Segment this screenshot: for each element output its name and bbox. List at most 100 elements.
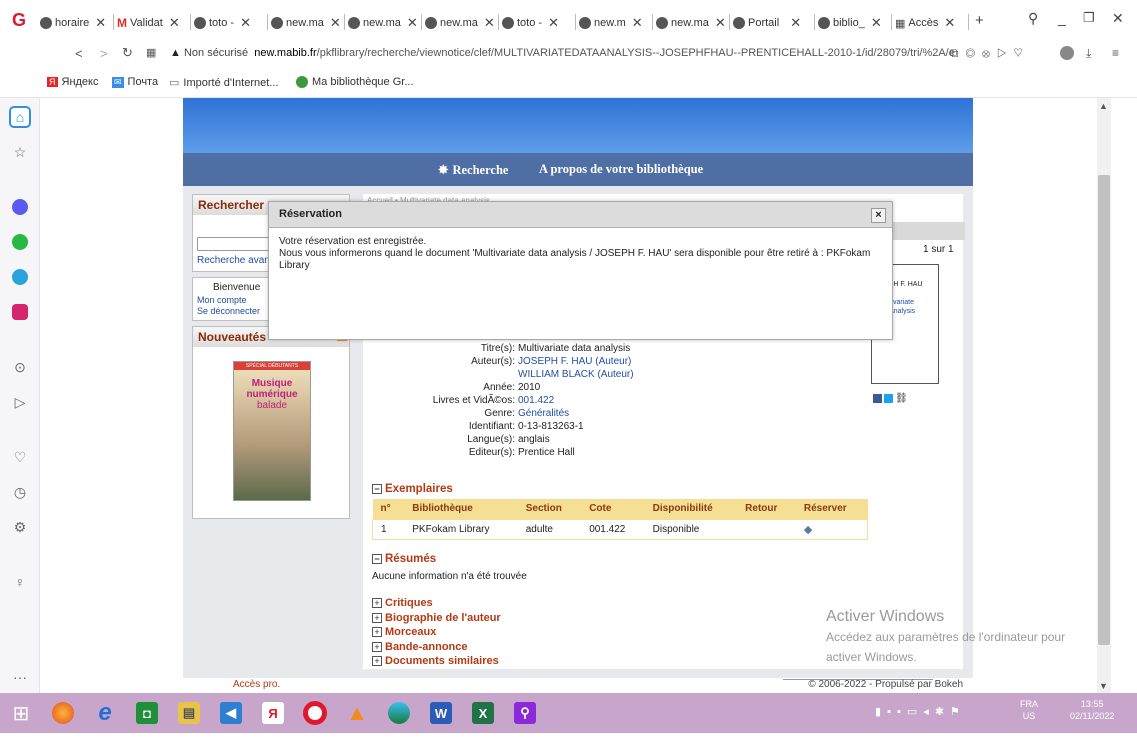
tray-app-icon[interactable]: ▪ bbox=[897, 706, 907, 718]
scroll-up-icon[interactable]: ▲ bbox=[1099, 101, 1108, 111]
display-icon[interactable]: ▭ bbox=[907, 706, 923, 718]
author-link[interactable]: JOSEPH F. HAU (Auteur) bbox=[518, 355, 631, 368]
author-link[interactable]: WILLIAM BLACK (Auteur) bbox=[518, 368, 634, 381]
clock[interactable]: 13:55 02/11/2022 bbox=[1070, 698, 1114, 722]
url-field[interactable]: ▲ Non sécurisé new.mabib.fr/pkflibrary/r… bbox=[170, 47, 955, 59]
restore-icon[interactable]: ❐ bbox=[1083, 10, 1095, 26]
my-account-link[interactable]: Mon compte bbox=[197, 295, 247, 305]
reload-icon[interactable]: ↻ bbox=[122, 45, 133, 61]
heart-icon[interactable]: ♡ bbox=[9, 446, 31, 468]
tab-newma[interactable]: new.ma ✕ bbox=[348, 12, 420, 34]
tab-acces[interactable]: ▦ Accès ✕ bbox=[895, 12, 967, 34]
link-icon[interactable]: ⛓ bbox=[895, 394, 908, 404]
close-icon[interactable]: ✕ bbox=[944, 15, 955, 31]
windows-start-icon[interactable]: ⊞ bbox=[6, 697, 36, 729]
yandex-browser-icon[interactable]: Я bbox=[258, 697, 288, 729]
settings-icon[interactable]: ⚙ bbox=[9, 516, 31, 538]
close-icon[interactable]: ✕ bbox=[715, 15, 726, 31]
forward-icon[interactable]: > bbox=[100, 46, 108, 61]
store-icon[interactable]: ◘ bbox=[132, 697, 162, 729]
tab-newma[interactable]: new.ma ✕ bbox=[271, 12, 343, 34]
tab-toto[interactable]: toto - ✕ bbox=[194, 12, 266, 34]
bookmark-pochta[interactable]: ✉ Почта bbox=[112, 76, 158, 88]
close-icon[interactable]: ✕ bbox=[548, 15, 559, 31]
bookmark-imported[interactable]: ▭ Importé d'Internet... bbox=[169, 76, 278, 90]
bookmark-ma-bibliotheque[interactable]: Ma bibliothèque Gr... bbox=[296, 76, 414, 88]
tab-biblio[interactable]: biblio_ ✕ bbox=[818, 12, 890, 34]
opera-logo-icon[interactable]: G bbox=[12, 10, 32, 32]
vlc-icon[interactable]: ▲ bbox=[342, 697, 372, 729]
language-indicator[interactable]: FRA US bbox=[1020, 698, 1038, 722]
menu-icon[interactable]: ≡ bbox=[1112, 46, 1119, 60]
facebook-icon[interactable] bbox=[873, 394, 882, 403]
section-critiques[interactable]: + Critiques bbox=[372, 596, 501, 611]
tab-newma[interactable]: new.ma ✕ bbox=[425, 12, 497, 34]
speed-dial-icon[interactable]: ▦ bbox=[146, 46, 156, 59]
messenger-icon[interactable] bbox=[9, 196, 31, 218]
heart-icon[interactable]: ♡ bbox=[1014, 46, 1030, 60]
history-icon[interactable]: ◷ bbox=[9, 481, 31, 503]
nav-a-propos[interactable]: A propos de votre bibliothèque bbox=[539, 162, 703, 177]
pro-access-link[interactable]: Accès pro. bbox=[233, 679, 280, 690]
new-tab-button[interactable]: + bbox=[975, 12, 984, 29]
tab-portail-active[interactable]: Portail ✕ bbox=[733, 12, 813, 34]
bulb-icon[interactable]: ♀ bbox=[9, 571, 31, 593]
tab-validat[interactable]: M Validat ✕ bbox=[117, 12, 189, 34]
whatsapp-icon[interactable] bbox=[9, 231, 31, 253]
window-close-icon[interactable]: ✕ bbox=[1112, 10, 1124, 27]
star-icon[interactable]: ☆ bbox=[9, 141, 31, 163]
play-icon[interactable]: ▷ bbox=[997, 46, 1014, 60]
download-icon[interactable]: ⤓ bbox=[1086, 46, 1091, 61]
tray-app-icon[interactable]: ✱ bbox=[935, 706, 950, 718]
opera-taskbar-icon[interactable] bbox=[300, 697, 330, 729]
search-app-icon[interactable]: ⚲ bbox=[510, 697, 540, 729]
internet-explorer-icon[interactable]: e bbox=[90, 697, 120, 729]
close-icon[interactable]: ✕ bbox=[407, 15, 418, 31]
volume-icon[interactable]: ◂ bbox=[923, 706, 935, 718]
tray-app-icon[interactable]: ▪ bbox=[887, 706, 897, 718]
book-cover-image[interactable]: SPÉCIAL DÉBUTANTS Musique numérique bala… bbox=[233, 361, 311, 501]
bookmark-yandex[interactable]: Я Яндекс bbox=[47, 76, 99, 88]
camera-icon[interactable]: ◎ bbox=[966, 46, 983, 60]
resumes-toggle[interactable]: − Résumés bbox=[372, 553, 436, 565]
back-icon[interactable]: < bbox=[75, 46, 83, 61]
firefox-icon[interactable] bbox=[48, 697, 78, 729]
scrollbar-thumb[interactable] bbox=[1098, 175, 1110, 645]
scroll-down-icon[interactable]: ▼ bbox=[1099, 681, 1108, 691]
network-icon[interactable]: ▮ bbox=[875, 706, 887, 718]
section-documents-similaires[interactable]: + Documents similaires bbox=[372, 654, 501, 669]
minimize-icon[interactable]: _ bbox=[1058, 10, 1066, 26]
genre-link[interactable]: Généralités bbox=[518, 407, 569, 420]
close-icon[interactable]: ✕ bbox=[330, 15, 341, 31]
advanced-search-link[interactable]: Recherche avan bbox=[197, 255, 270, 266]
exemplaires-toggle[interactable]: − Exemplaires bbox=[372, 483, 453, 495]
file-explorer-icon[interactable]: ▤ bbox=[174, 697, 204, 729]
section-morceaux[interactable]: + Morceaux bbox=[372, 625, 501, 640]
telegram-icon[interactable] bbox=[9, 266, 31, 288]
tab-newm[interactable]: new.m ✕ bbox=[579, 12, 651, 34]
tab-newma[interactable]: new.ma ✕ bbox=[656, 12, 728, 34]
search-tabs-icon[interactable]: ⚲ bbox=[1028, 10, 1038, 27]
cote-link[interactable]: 001.422 bbox=[518, 394, 554, 407]
more-icon[interactable]: ··· bbox=[9, 666, 31, 688]
flag-icon[interactable]: ⚑ bbox=[950, 706, 966, 718]
edge-icon[interactable] bbox=[384, 697, 414, 729]
twitter-icon[interactable] bbox=[884, 394, 893, 403]
send-icon[interactable]: ▷ bbox=[9, 391, 31, 413]
section-bande-annonce[interactable]: + Bande-annonce bbox=[372, 640, 501, 655]
excel-icon[interactable]: X bbox=[468, 697, 498, 729]
home-icon[interactable]: ⌂ bbox=[9, 106, 31, 128]
word-icon[interactable]: W bbox=[426, 697, 456, 729]
close-icon[interactable]: ✕ bbox=[484, 15, 495, 31]
dialog-close-button[interactable]: × bbox=[871, 208, 886, 223]
block-icon[interactable]: ⊗ bbox=[982, 46, 997, 60]
avatar[interactable] bbox=[1060, 46, 1074, 60]
instagram-icon[interactable] bbox=[9, 301, 31, 323]
tab-toto[interactable]: toto - ✕ bbox=[502, 12, 574, 34]
player-icon[interactable]: ⊙ bbox=[9, 356, 31, 378]
section-biographie[interactable]: + Biographie de l'auteur bbox=[372, 611, 501, 626]
share-icon[interactable]: ⧉ bbox=[950, 46, 966, 60]
close-icon[interactable]: ✕ bbox=[790, 15, 801, 31]
close-icon[interactable]: ✕ bbox=[632, 15, 643, 31]
media-player-icon[interactable]: ◀ bbox=[216, 697, 246, 729]
